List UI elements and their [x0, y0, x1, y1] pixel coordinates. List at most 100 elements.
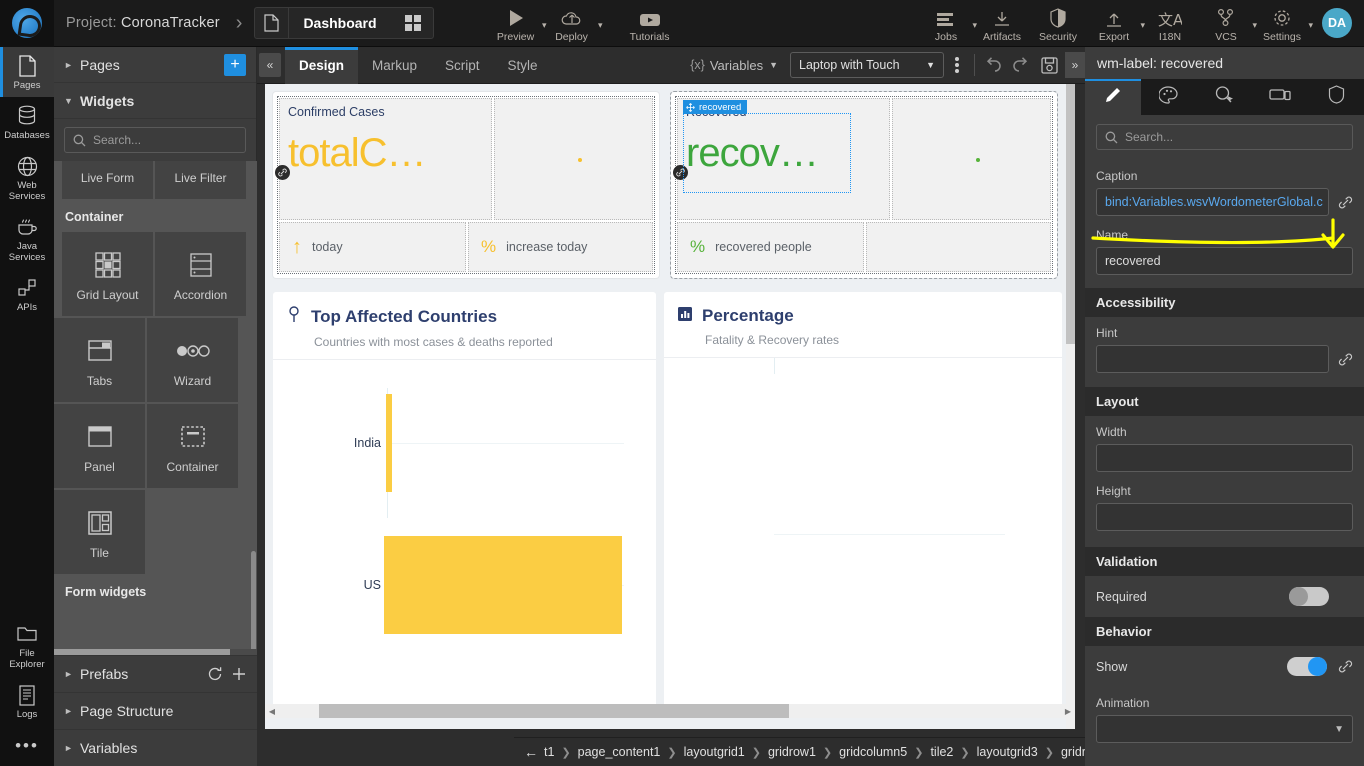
save-icon[interactable]: [1035, 56, 1063, 75]
canvas-horizontal-scrollbar[interactable]: ◀ ▶: [265, 704, 1075, 718]
hint-bind-icon[interactable]: [1337, 352, 1353, 367]
widget-palette-scrollbar[interactable]: [251, 551, 256, 658]
accordion-prefabs[interactable]: ► Prefabs: [54, 655, 257, 692]
chart-top-affected-countries[interactable]: Top Affected Countries Countries with mo…: [273, 292, 656, 712]
search-input[interactable]: [1125, 130, 1344, 144]
chart-percentage[interactable]: Percentage Fatality & Recovery rates: [664, 292, 1062, 712]
tab-style[interactable]: [1141, 79, 1197, 115]
arrow-left-icon[interactable]: ←: [524, 744, 538, 760]
hint-input[interactable]: [1096, 345, 1329, 373]
undo-icon[interactable]: [979, 56, 1007, 74]
avatar[interactable]: DA: [1322, 8, 1352, 38]
redo-icon[interactable]: [1007, 56, 1035, 74]
security-button[interactable]: Security: [1030, 0, 1086, 47]
tile-confirmed-sparkline[interactable]: [494, 98, 653, 220]
sidebar-item-databases[interactable]: Databases: [0, 97, 54, 147]
breadcrumb-item-2[interactable]: layoutgrid1: [684, 745, 745, 759]
widget-live-form[interactable]: Live Form: [62, 161, 153, 199]
jobs-button[interactable]: Jobs ▾: [918, 0, 974, 47]
widget-search-box[interactable]: [64, 127, 246, 153]
more-menu-icon[interactable]: [944, 57, 970, 73]
collapse-left-panel-button[interactable]: «: [259, 53, 281, 77]
tile-footer-empty[interactable]: [866, 222, 1051, 272]
tab-properties[interactable]: [1085, 79, 1141, 115]
bar-us[interactable]: [384, 536, 622, 634]
accordion-variables[interactable]: ► Variables: [54, 729, 257, 766]
breadcrumb-item-6[interactable]: layoutgrid3: [977, 745, 1038, 759]
tile-confirmed-main[interactable]: Confirmed Cases totalC…: [279, 98, 492, 220]
tab-markup[interactable]: Markup: [358, 47, 431, 84]
accordion-widgets[interactable]: ▼ Widgets: [54, 83, 256, 119]
widget-tabs[interactable]: Tabs: [54, 318, 145, 402]
breadcrumb-item-5[interactable]: tile2: [930, 745, 953, 759]
scroll-thumb[interactable]: [319, 704, 789, 718]
caption-input[interactable]: bind:Variables.wsvWordometerGlobal.c ✕: [1096, 188, 1329, 216]
widget-palette[interactable]: Live Form Live Filter Container Grid Lay…: [54, 161, 257, 658]
bar-india[interactable]: [386, 394, 392, 492]
breadcrumb-item-4[interactable]: gridcolumn5: [839, 745, 907, 759]
clear-binding-icon[interactable]: ✕: [1327, 193, 1329, 211]
widget-tile[interactable]: Tile: [54, 490, 145, 574]
scroll-left-icon[interactable]: ◀: [265, 707, 279, 716]
widget-live-filter[interactable]: Live Filter: [155, 161, 246, 199]
tab-style[interactable]: Style: [494, 47, 552, 84]
animation-select[interactable]: ▼: [1096, 715, 1353, 743]
preview-button[interactable]: Preview ▾: [488, 0, 544, 47]
height-input[interactable]: [1096, 503, 1353, 531]
add-prefab-button[interactable]: [231, 666, 247, 682]
show-toggle[interactable]: [1287, 657, 1327, 676]
more-options-icon[interactable]: •••: [0, 726, 54, 760]
accordion-page-structure[interactable]: ► Page Structure: [54, 692, 257, 729]
breadcrumb-item-1[interactable]: page_content1: [578, 745, 661, 759]
width-input[interactable]: [1096, 444, 1353, 472]
required-toggle[interactable]: [1289, 587, 1329, 606]
tile-recovered-sparkline[interactable]: [892, 98, 1051, 220]
widget-panel[interactable]: Panel: [54, 404, 145, 488]
show-bind-icon[interactable]: [1337, 659, 1353, 674]
caption-bind-icon[interactable]: [1337, 195, 1353, 210]
name-input[interactable]: recovered: [1096, 247, 1353, 275]
tile-footer-recovered-people[interactable]: % recovered people: [677, 222, 864, 272]
grid-view-icon[interactable]: [393, 15, 433, 31]
search-input[interactable]: [93, 133, 237, 147]
accordion-pages[interactable]: ► Pages +: [54, 47, 256, 83]
refresh-icon[interactable]: [207, 666, 223, 682]
export-button[interactable]: Export ▾: [1086, 0, 1142, 47]
breadcrumb-item-0[interactable]: t1: [544, 745, 554, 759]
canvas-vertical-scrollbar[interactable]: [1066, 84, 1075, 729]
tile-footer-increase[interactable]: % increase today: [468, 222, 653, 272]
tab-devices[interactable]: [1252, 79, 1308, 115]
sidebar-item-logs[interactable]: Logs: [0, 676, 54, 726]
selected-widget-tag[interactable]: recovered: [683, 100, 747, 114]
expand-right-panel-button[interactable]: »: [1065, 52, 1085, 78]
tab-design[interactable]: Design: [285, 47, 358, 84]
sidebar-item-apis[interactable]: APIs: [0, 269, 54, 319]
add-page-button[interactable]: +: [224, 54, 246, 76]
settings-button[interactable]: Settings ▾: [1254, 0, 1310, 47]
chevron-down-icon[interactable]: ▾: [598, 20, 603, 31]
tile-footer-today[interactable]: ↑ today: [279, 222, 466, 272]
widget-accordion[interactable]: Accordion: [155, 232, 246, 316]
i18n-button[interactable]: 文A I18N: [1142, 0, 1198, 47]
tab-events[interactable]: [1197, 79, 1253, 115]
tile-recovered[interactable]: Recovered recov…: [671, 92, 1057, 278]
app-logo[interactable]: [0, 0, 54, 47]
properties-search-box[interactable]: [1096, 124, 1353, 150]
artifacts-button[interactable]: Artifacts: [974, 0, 1030, 47]
deploy-button[interactable]: Deploy ▾: [544, 0, 600, 47]
tab-script[interactable]: Script: [431, 47, 494, 84]
widget-grid-layout[interactable]: Grid Layout: [62, 232, 153, 316]
tile-recovered-main[interactable]: Recovered recov…: [677, 98, 890, 220]
vcs-button[interactable]: VCS ▾: [1198, 0, 1254, 47]
variables-button[interactable]: {x} Variables ▼: [690, 58, 778, 73]
sidebar-item-file-explorer[interactable]: File Explorer: [0, 615, 54, 676]
widget-wizard[interactable]: Wizard: [147, 318, 238, 402]
tile-confirmed-cases[interactable]: Confirmed Cases totalC…: [273, 92, 659, 278]
selected-widget-outline[interactable]: recovered: [683, 113, 851, 193]
tutorials-button[interactable]: Tutorials: [622, 0, 678, 47]
scroll-right-icon[interactable]: ▶: [1061, 707, 1075, 716]
scroll-track[interactable]: [279, 704, 1061, 718]
breadcrumb-item-3[interactable]: gridrow1: [768, 745, 816, 759]
sidebar-item-pages[interactable]: Pages: [0, 47, 54, 97]
chevron-down-icon[interactable]: ▾: [1308, 20, 1313, 31]
